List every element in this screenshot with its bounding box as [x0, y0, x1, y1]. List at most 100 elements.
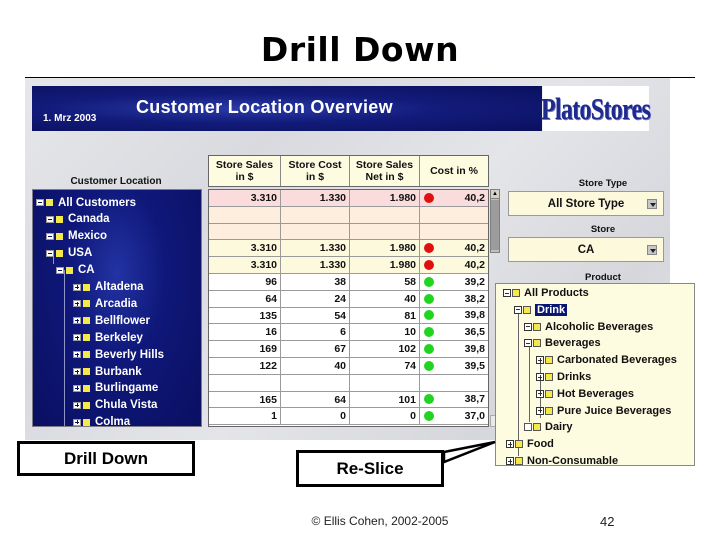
customer-tree-item[interactable]: Canada	[46, 211, 110, 228]
product-tree-item[interactable]: Drink	[514, 302, 568, 318]
customer-tree-item[interactable]: Burbank	[73, 363, 142, 380]
customer-tree-item[interactable]: Bellflower	[73, 312, 150, 329]
header-store-cost[interactable]: Store Cost in $	[281, 156, 350, 186]
page-number: 42	[600, 514, 615, 529]
chevron-down-icon[interactable]	[647, 245, 657, 255]
customer-tree-label: All Customers	[58, 196, 136, 209]
grid-row	[209, 223, 488, 241]
expand-icon[interactable]	[536, 406, 544, 415]
member-icon	[56, 232, 63, 240]
customer-tree-item[interactable]: Mexico	[46, 228, 107, 245]
expand-icon[interactable]	[536, 356, 544, 365]
cell-store-cost	[281, 374, 350, 391]
cell-store-cost	[281, 206, 350, 223]
header-store-sales[interactable]: Store Sales in $	[209, 156, 281, 186]
member-icon	[523, 305, 531, 314]
product-tree-item[interactable]: Dairy	[524, 419, 573, 435]
collapse-icon[interactable]	[503, 289, 511, 297]
collapse-icon[interactable]	[524, 339, 532, 348]
expand-icon[interactable]	[73, 418, 81, 426]
grid-row: 1 0 0 37,0	[209, 408, 488, 426]
product-tree-item[interactable]: Pure Juice Beverages	[536, 403, 671, 419]
expand-icon[interactable]	[73, 384, 81, 392]
product-tree-item[interactable]: Alcoholic Beverages	[524, 319, 653, 335]
customer-tree-item[interactable]: Altadena	[73, 279, 144, 296]
member-icon	[56, 215, 63, 223]
cell-cost-percent: 39,8	[420, 308, 488, 324]
expand-icon[interactable]	[73, 401, 81, 409]
member-icon	[545, 373, 553, 381]
cell-store-cost: 1.330	[281, 190, 350, 206]
expand-icon[interactable]	[506, 440, 514, 449]
expand-icon[interactable]	[73, 300, 81, 308]
customer-tree-item[interactable]: Chula Vista	[73, 397, 157, 414]
collapse-icon[interactable]	[524, 322, 532, 331]
scroll-up-arrow-icon[interactable]: ▲	[491, 190, 499, 199]
store-type-value: All Store Type	[547, 197, 625, 210]
status-indicator-icon	[424, 243, 434, 254]
cell-store-sales: 3.310	[209, 190, 281, 206]
cell-store-cost: 38	[281, 273, 350, 290]
customer-location-tree[interactable]: All Customers Canada Mexico USA CA Altadena Ar…	[32, 189, 202, 427]
expand-icon[interactable]	[536, 389, 544, 398]
cell-store-sales: 165	[209, 391, 281, 408]
customer-tree-item[interactable]: Arcadia	[73, 295, 137, 312]
cell-store-sales: 3.310	[209, 240, 281, 257]
grid-row: 16 6 10 36,5	[209, 324, 488, 342]
chevron-down-icon[interactable]	[647, 199, 657, 209]
expand-icon[interactable]	[73, 351, 81, 359]
product-tree-item[interactable]: Drinks	[536, 369, 591, 385]
cell-store-sales-net	[350, 223, 420, 240]
customer-tree-item[interactable]: Berkeley	[73, 329, 143, 346]
collapse-icon[interactable]	[36, 199, 44, 206]
customer-tree-item[interactable]: Beverly Hills	[73, 346, 164, 363]
product-tree-item[interactable]: Non-Consumable	[506, 453, 618, 465]
header-cost-percent[interactable]: Cost in %	[420, 156, 488, 186]
expand-icon[interactable]	[536, 373, 544, 381]
member-icon	[83, 401, 90, 409]
expand-icon[interactable]	[506, 457, 514, 465]
store-select[interactable]: CA	[508, 237, 664, 262]
product-tree-item[interactable]: Carbonated Beverages	[536, 352, 677, 368]
status-indicator-icon	[424, 378, 434, 388]
member-icon	[515, 440, 523, 449]
collapse-icon[interactable]	[46, 249, 54, 257]
cost-percent-value: 40,2	[464, 242, 485, 255]
scroll-thumb[interactable]	[491, 200, 499, 250]
member-icon	[83, 300, 90, 308]
leaf-icon[interactable]	[524, 423, 532, 432]
customer-tree-item[interactable]: CA	[56, 262, 95, 279]
customer-tree-item[interactable]: All Customers	[36, 194, 136, 211]
expand-icon[interactable]	[73, 283, 81, 291]
product-tree-item[interactable]: Beverages	[524, 335, 601, 351]
member-icon	[533, 423, 541, 432]
customer-tree-label: Mexico	[68, 230, 107, 243]
status-indicator-icon	[424, 344, 434, 355]
grid-row: 3.310 1.330 1.980 40,2	[209, 257, 488, 274]
product-tree[interactable]: All Products Drink Alcoholic Beverages Beve…	[495, 283, 695, 466]
collapse-icon[interactable]	[514, 305, 522, 314]
header-store-sales-net[interactable]: Store Sales Net in $	[350, 156, 420, 186]
collapse-icon[interactable]	[56, 266, 64, 274]
cell-store-sales: 96	[209, 273, 281, 290]
product-tree-item[interactable]: All Products	[503, 285, 589, 301]
grid-scrollbar[interactable]: ▲	[490, 189, 500, 253]
customer-tree-item[interactable]: USA	[46, 245, 92, 262]
collapse-icon[interactable]	[46, 232, 54, 240]
collapse-icon[interactable]	[46, 215, 54, 223]
cell-store-sales	[209, 206, 281, 223]
customer-tree-item[interactable]: Burlingame	[73, 380, 158, 397]
expand-icon[interactable]	[73, 317, 81, 325]
product-tree-item[interactable]: Food	[506, 436, 554, 452]
product-tree-item[interactable]: Hot Beverages	[536, 386, 634, 402]
cost-percent-value: 40,2	[464, 191, 485, 204]
store-type-select[interactable]: All Store Type	[508, 191, 664, 216]
customer-tree-item[interactable]: Colma	[73, 414, 130, 426]
grid-row: 169 67 102 39,8	[209, 341, 488, 358]
expand-icon[interactable]	[73, 334, 81, 342]
cell-store-sales-net: 10	[350, 324, 420, 341]
platostores-logo: PlatoStores	[541, 86, 651, 131]
report-date: 1. Mrz 2003	[43, 113, 97, 124]
customer-tree-label: Arcadia	[95, 297, 138, 310]
expand-icon[interactable]	[73, 368, 81, 375]
